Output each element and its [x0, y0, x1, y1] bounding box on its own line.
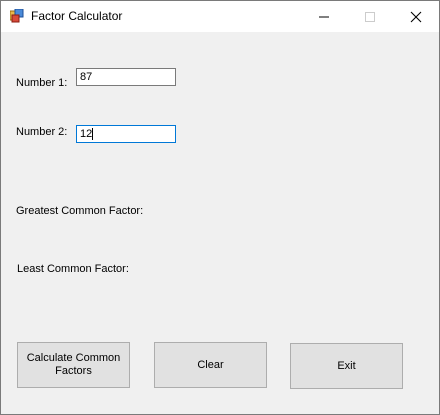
lcf-label: Least Common Factor: — [17, 263, 129, 275]
number2-label: Number 2: — [16, 126, 68, 138]
calculate-button[interactable]: Calculate Common Factors — [17, 342, 130, 388]
number1-label: Number 1: — [16, 77, 68, 89]
exit-button[interactable]: Exit — [290, 343, 403, 389]
clear-button[interactable]: Clear — [154, 342, 267, 388]
close-icon — [410, 11, 422, 23]
close-button[interactable] — [393, 1, 439, 32]
maximize-icon — [365, 12, 375, 22]
number1-input[interactable] — [76, 68, 176, 86]
gcf-label: Greatest Common Factor: — [16, 205, 144, 217]
text-caret — [92, 128, 93, 140]
form-app-icon — [10, 9, 24, 23]
factor-calculator-window: Factor Calculator Number 1: Number 2: Gr… — [0, 0, 440, 415]
window-title: Factor Calculator — [31, 9, 123, 23]
minimize-icon — [319, 16, 329, 18]
maximize-button[interactable] — [347, 1, 393, 32]
minimize-button[interactable] — [301, 1, 347, 32]
title-bar[interactable]: Factor Calculator — [1, 1, 439, 32]
number2-input[interactable] — [76, 125, 176, 143]
